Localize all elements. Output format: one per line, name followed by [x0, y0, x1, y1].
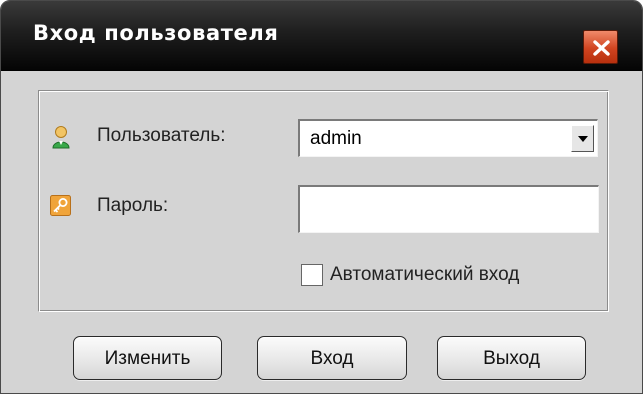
exit-button[interactable]: Выход	[437, 336, 586, 380]
change-button[interactable]: Изменить	[73, 336, 222, 380]
dialog-title: Вход пользователя	[33, 21, 279, 45]
user-dropdown-button[interactable]	[571, 125, 594, 152]
auto-login-label[interactable]: Автоматический вход	[330, 264, 519, 286]
login-button[interactable]: Вход	[257, 336, 407, 380]
auto-login-checkbox[interactable]	[301, 264, 323, 286]
user-select[interactable]: admin	[298, 119, 598, 157]
chevron-down-icon	[578, 136, 588, 142]
password-label: Пароль:	[97, 195, 169, 216]
close-icon	[593, 40, 610, 56]
user-icon	[52, 126, 70, 149]
login-dialog: Вход пользователя Пользователь: admin Па…	[0, 0, 643, 394]
close-button[interactable]	[583, 30, 618, 64]
password-input[interactable]	[298, 185, 599, 233]
user-label: Пользователь:	[97, 125, 226, 146]
user-select-value: admin	[310, 128, 362, 149]
key-icon	[50, 195, 71, 216]
title-bar: Вход пользователя	[1, 1, 642, 71]
